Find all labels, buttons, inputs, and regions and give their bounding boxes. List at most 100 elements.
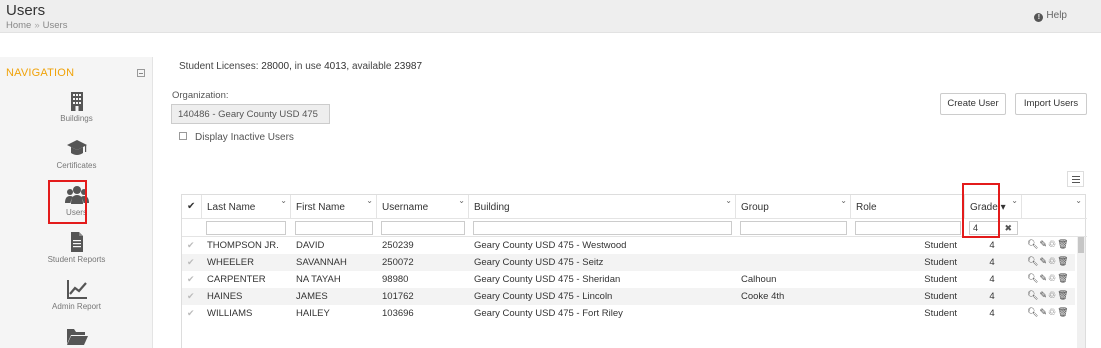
- row-actions: 🔍︎✎♲🗑︎: [1027, 273, 1070, 284]
- edit-icon[interactable]: ✎: [1039, 256, 1048, 266]
- breadcrumb-home[interactable]: Home: [6, 20, 31, 31]
- info-icon: !: [1034, 13, 1044, 22]
- sidebar-item-admin-report[interactable]: Admin Report: [0, 278, 153, 311]
- reset-icon[interactable]: ♲: [1048, 256, 1057, 266]
- cell-first-name: DAVID: [296, 240, 325, 251]
- sidebar: NAVIGATION Buildings Certificates Users …: [0, 57, 153, 348]
- view-icon[interactable]: 🔍︎: [1027, 239, 1039, 249]
- row-checkbox[interactable]: ✔: [187, 291, 195, 302]
- delete-icon[interactable]: 🗑︎: [1057, 273, 1069, 283]
- inactive-checkbox[interactable]: [179, 132, 187, 140]
- edit-icon[interactable]: ✎: [1039, 273, 1048, 283]
- filter-username[interactable]: [381, 221, 465, 235]
- scrollbar-thumb[interactable]: [1078, 237, 1084, 253]
- select-all-checkbox[interactable]: ✔: [182, 195, 202, 219]
- row-actions: 🔍︎✎♲🗑︎: [1027, 307, 1070, 318]
- sidebar-item-label: Admin Report: [52, 302, 101, 311]
- view-icon[interactable]: 🔍︎: [1027, 273, 1039, 283]
- col-first-name[interactable]: First Name ⌄: [291, 195, 377, 219]
- chevron-down-icon[interactable]: ⌄: [1075, 196, 1082, 205]
- delete-icon[interactable]: 🗑︎: [1057, 256, 1069, 266]
- sidebar-item-label: Buildings: [60, 114, 93, 123]
- row-checkbox[interactable]: ✔: [187, 308, 195, 319]
- col-building[interactable]: Building ⌄: [469, 195, 736, 219]
- col-group[interactable]: Group ⌄: [736, 195, 851, 219]
- table-row[interactable]: ✔ CARPENTER NA TAYAH 98980 Geary County …: [182, 271, 1075, 288]
- create-user-button[interactable]: Create User: [940, 93, 1006, 115]
- chevron-down-icon[interactable]: ⌄: [366, 196, 373, 205]
- table-scrollbar[interactable]: [1077, 237, 1085, 348]
- building-icon: [70, 92, 83, 111]
- sidebar-item-users[interactable]: Users: [0, 180, 153, 224]
- organization-field[interactable]: 140486 - Geary County USD 475: [171, 104, 330, 124]
- reset-icon[interactable]: ♲: [1048, 239, 1057, 249]
- filter-last-name[interactable]: [206, 221, 286, 235]
- cell-role: Student: [924, 257, 957, 268]
- view-icon[interactable]: 🔍︎: [1027, 256, 1039, 266]
- cell-group: Calhoun: [741, 274, 777, 285]
- cell-last-name: WHEELER: [207, 257, 254, 268]
- filter-row: 4 ✖: [182, 219, 1087, 237]
- license-in-use: 4013: [324, 61, 347, 72]
- filter-building[interactable]: [473, 221, 732, 235]
- col-label: Group: [741, 202, 769, 213]
- chevron-down-icon[interactable]: ⌄: [725, 196, 732, 205]
- edit-icon[interactable]: ✎: [1039, 307, 1048, 317]
- row-checkbox[interactable]: ✔: [187, 274, 195, 285]
- chevron-down-icon[interactable]: ⌄: [458, 196, 465, 205]
- grid-menu-button[interactable]: [1067, 171, 1084, 187]
- edit-icon[interactable]: ✎: [1039, 239, 1048, 249]
- organization-label: Organization:: [172, 90, 229, 101]
- reset-icon[interactable]: ♲: [1048, 273, 1057, 283]
- delete-icon[interactable]: 🗑︎: [1057, 307, 1069, 317]
- page-title: Users: [6, 2, 46, 19]
- filter-role[interactable]: [855, 221, 961, 235]
- col-label: First Name: [296, 202, 345, 213]
- page-header: Users Home» Users ! Help: [0, 0, 1101, 33]
- sidebar-item-certificates[interactable]: Certificates: [0, 137, 153, 170]
- display-inactive-toggle[interactable]: Display Inactive Users: [179, 132, 294, 143]
- main-content: Student Licenses: 28000, in use 4013, av…: [165, 33, 1101, 348]
- cell-grade: 4: [989, 308, 995, 319]
- help-link[interactable]: ! Help: [1034, 10, 1067, 22]
- license-total: 28000: [261, 61, 290, 72]
- collapse-icon[interactable]: [137, 69, 145, 77]
- reset-icon[interactable]: ♲: [1048, 307, 1057, 317]
- col-label: Role: [856, 202, 877, 213]
- chevron-down-icon[interactable]: ⌄: [1011, 196, 1018, 205]
- chevron-down-icon[interactable]: ⌄: [280, 196, 287, 205]
- col-username[interactable]: Username ⌄: [377, 195, 469, 219]
- col-last-name[interactable]: Last Name ⌄: [202, 195, 291, 219]
- help-label: Help: [1046, 10, 1067, 21]
- delete-icon[interactable]: 🗑︎: [1057, 290, 1069, 300]
- delete-icon[interactable]: 🗑︎: [1057, 239, 1069, 249]
- breadcrumb-separator: »: [34, 20, 40, 31]
- view-icon[interactable]: 🔍︎: [1027, 290, 1039, 300]
- sidebar-item-folder[interactable]: [0, 325, 153, 347]
- reset-icon[interactable]: ♲: [1048, 290, 1057, 300]
- line-chart-icon: [66, 280, 87, 299]
- filter-first-name[interactable]: [295, 221, 373, 235]
- cell-username: 250239: [382, 240, 414, 251]
- table-row[interactable]: ✔ WILLIAMS HAILEY 103696 Geary County US…: [182, 305, 1075, 322]
- col-label: Last Name: [207, 202, 256, 213]
- import-users-button[interactable]: Import Users: [1015, 93, 1087, 115]
- col-role[interactable]: Role: [851, 195, 965, 219]
- row-checkbox[interactable]: ✔: [187, 240, 195, 251]
- row-checkbox[interactable]: ✔: [187, 257, 195, 268]
- clear-filter-icon[interactable]: ✖: [1004, 222, 1012, 234]
- col-actions: ⌄: [1022, 195, 1085, 219]
- cell-username: 103696: [382, 308, 414, 319]
- table-row[interactable]: ✔ THOMPSON JR. DAVID 250239 Geary County…: [182, 237, 1075, 254]
- cell-building: Geary County USD 475 - Westwood: [474, 240, 627, 251]
- edit-icon[interactable]: ✎: [1039, 290, 1048, 300]
- filter-group[interactable]: [740, 221, 847, 235]
- table-row[interactable]: ✔ HAINES JAMES 101762 Geary County USD 4…: [182, 288, 1075, 305]
- users-highlight-box: [48, 180, 87, 224]
- table-row[interactable]: ✔ WHEELER SAVANNAH 250072 Geary County U…: [182, 254, 1075, 271]
- cell-username: 101762: [382, 291, 414, 302]
- chevron-down-icon[interactable]: ⌄: [840, 196, 847, 205]
- sidebar-item-student-reports[interactable]: Student Reports: [0, 231, 153, 264]
- sidebar-item-buildings[interactable]: Buildings: [0, 90, 153, 123]
- view-icon[interactable]: 🔍︎: [1027, 307, 1039, 317]
